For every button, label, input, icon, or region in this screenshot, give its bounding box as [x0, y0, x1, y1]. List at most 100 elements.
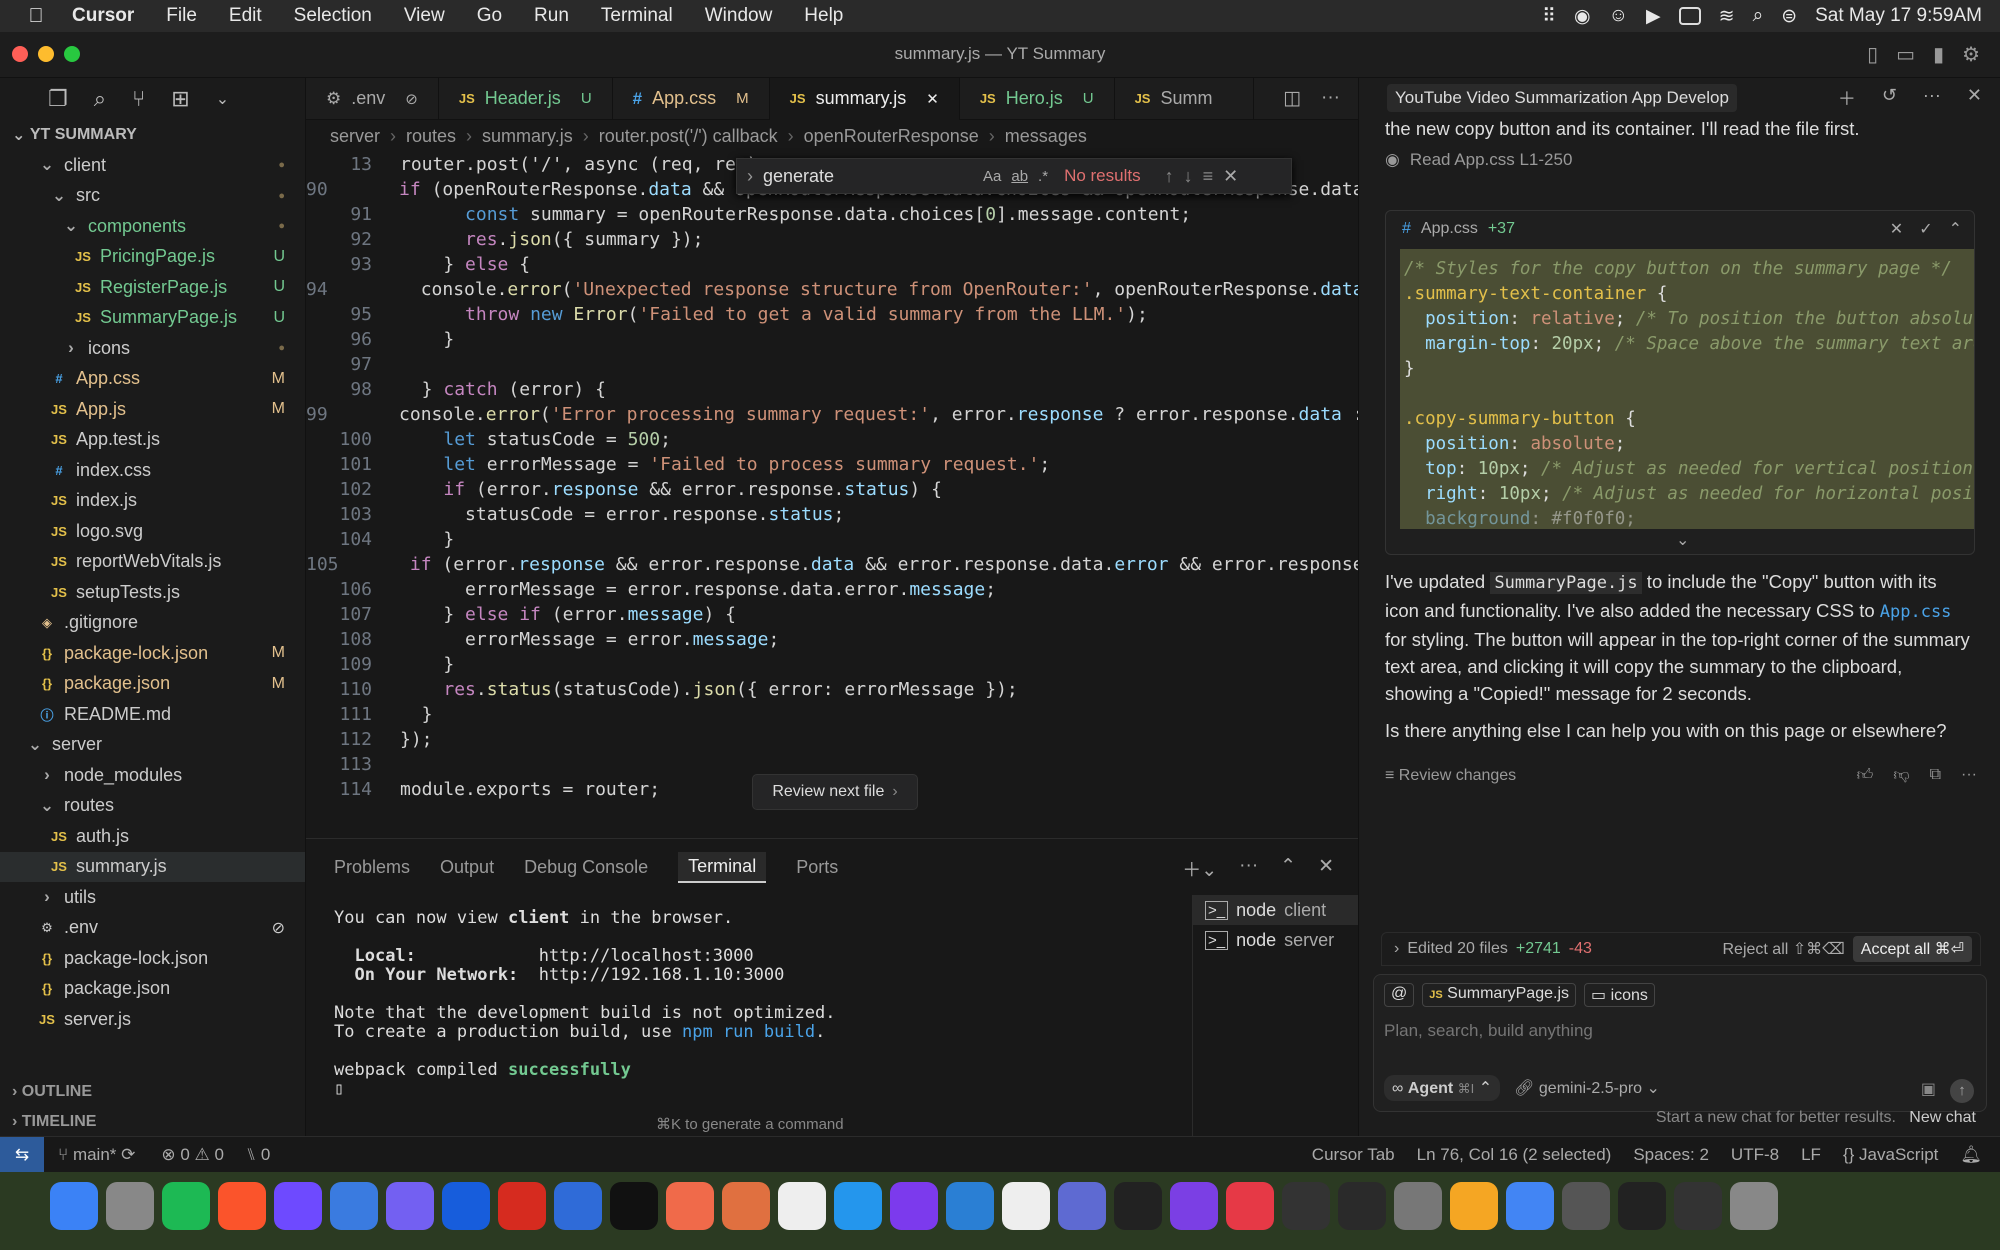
code-line[interactable]: 110 res.status(statusCode).json({ error:…: [306, 677, 1358, 702]
close-icon[interactable]: ✕: [1890, 219, 1903, 239]
tree-item[interactable]: # index.css: [0, 455, 305, 486]
history-icon[interactable]: ↺: [1882, 85, 1897, 111]
arrow-down-icon[interactable]: ↓: [1184, 166, 1193, 187]
context-chip-file[interactable]: JS SummaryPage.js: [1422, 983, 1576, 1007]
tree-item[interactable]: # App.css M: [0, 364, 305, 395]
code-line[interactable]: 107 } else if (error.message) {: [306, 602, 1358, 627]
terminal-instance[interactable]: >_ node client: [1193, 895, 1358, 925]
project-header[interactable]: ⌄ YT SUMMARY: [0, 120, 305, 150]
tree-item[interactable]: JS server.js: [0, 1004, 305, 1035]
code-line[interactable]: 100 let statusCode = 500;: [306, 427, 1358, 452]
close-icon[interactable]: ✕: [1318, 855, 1334, 882]
context-chip-folder[interactable]: ▭ icons: [1584, 983, 1655, 1007]
toggle-secondary-icon[interactable]: ▮: [1933, 42, 1944, 67]
indentation[interactable]: Spaces: 2: [1633, 1145, 1709, 1165]
accept-all-button[interactable]: Accept all ⌘⏎: [1852, 936, 1972, 962]
tree-item[interactable]: {} package-lock.json: [0, 943, 305, 974]
wifi-icon[interactable]: ≋: [1719, 5, 1735, 28]
tree-item[interactable]: ⌄ routes: [0, 791, 305, 822]
model-selector[interactable]: 🔗︎ gemini-2.5-pro ⌄: [1514, 1078, 1660, 1098]
tree-item[interactable]: JS App.test.js: [0, 425, 305, 456]
files-icon[interactable]: ❐: [48, 86, 68, 112]
panel-tab[interactable]: Problems: [334, 857, 410, 878]
mail-icon[interactable]: [330, 1182, 378, 1230]
viber-icon[interactable]: [386, 1182, 434, 1230]
trash-icon[interactable]: [1730, 1182, 1778, 1230]
tree-item[interactable]: JS logo.svg: [0, 516, 305, 547]
ports-indicator[interactable]: ⑊ 0: [246, 1145, 270, 1165]
brave-icon[interactable]: [218, 1182, 266, 1230]
send-icon[interactable]: ↑: [1950, 1079, 1974, 1103]
branch-indicator[interactable]: ⑂ main* ⟳: [58, 1145, 135, 1165]
tree-item[interactable]: › icons ●: [0, 333, 305, 364]
editor-tab[interactable]: JS Summ: [1115, 77, 1254, 120]
tree-item[interactable]: JS SummaryPage.js U: [0, 303, 305, 334]
editor-tab[interactable]: JS Hero.js U: [960, 77, 1115, 120]
app-icon[interactable]: [666, 1182, 714, 1230]
copy-icon[interactable]: ⧉: [1930, 766, 1941, 785]
menu-help[interactable]: Help: [804, 5, 843, 27]
tree-item[interactable]: ⌄ components ●: [0, 211, 305, 242]
vscode-icon[interactable]: [946, 1182, 994, 1230]
breadcrumb-item[interactable]: server: [330, 126, 380, 147]
claude-icon[interactable]: [722, 1182, 770, 1230]
more-icon[interactable]: ···: [1923, 85, 1941, 111]
breadcrumb-item[interactable]: routes: [406, 126, 456, 147]
file-link[interactable]: App.css: [1880, 602, 1952, 622]
docker-icon[interactable]: [834, 1182, 882, 1230]
panel-tab[interactable]: Ports: [796, 857, 838, 878]
terminal-icon[interactable]: [610, 1182, 658, 1230]
code-line[interactable]: 97: [306, 352, 1358, 377]
problems-indicator[interactable]: ⊗ 0 ⚠ 0: [161, 1145, 224, 1165]
split-editor-icon[interactable]: ◫: [1283, 87, 1301, 110]
code-view[interactable]: 13 router.post('/', async (req, res) 90 if…: [306, 152, 1407, 802]
close-icon[interactable]: ✕: [1223, 166, 1238, 187]
tree-item[interactable]: › utils: [0, 882, 305, 913]
code-line[interactable]: 93 } else {: [306, 252, 1358, 277]
finder-icon[interactable]: [50, 1182, 98, 1230]
timeline-section[interactable]: › TIMELINE: [12, 1113, 96, 1131]
whole-word-icon[interactable]: ab: [1011, 168, 1028, 185]
add-terminal-icon[interactable]: ＋⌄: [1182, 855, 1217, 882]
code-line[interactable]: 109 }: [306, 652, 1358, 677]
close-icon[interactable]: ✕: [1967, 85, 1982, 111]
cursor-position[interactable]: Ln 76, Col 16 (2 selected): [1417, 1145, 1612, 1165]
settings-gear-icon[interactable]: ⚙: [1962, 42, 1980, 67]
line-ending[interactable]: LF: [1801, 1145, 1821, 1165]
code-line[interactable]: 111 }: [306, 702, 1358, 727]
grid-icon[interactable]: ⠿: [1542, 5, 1556, 28]
file-reference[interactable]: SummaryPage.js: [1490, 572, 1642, 594]
tree-item[interactable]: {} package-lock.json M: [0, 638, 305, 669]
agent-mode-selector[interactable]: ∞ Agent ⌘I ⌃: [1384, 1075, 1501, 1101]
review-changes-button[interactable]: ≡ Review changes: [1385, 767, 1516, 785]
menu-selection[interactable]: Selection: [294, 5, 372, 27]
remote-icon[interactable]: ⇆: [0, 1136, 44, 1173]
menu-file[interactable]: File: [166, 5, 197, 27]
check-icon[interactable]: ✓: [1919, 219, 1932, 239]
chat-title[interactable]: YouTube Video Summarization App Develop: [1387, 84, 1737, 112]
menu-view[interactable]: View: [404, 5, 445, 27]
source-control-icon[interactable]: ⑂: [132, 86, 145, 112]
menu-terminal[interactable]: Terminal: [601, 5, 673, 27]
code-line[interactable]: 96 }: [306, 327, 1358, 352]
chrome-icon[interactable]: [1506, 1182, 1554, 1230]
tree-item[interactable]: ⓘ README.md: [0, 699, 305, 730]
encoding[interactable]: UTF-8: [1731, 1145, 1779, 1165]
maximize-panel-icon[interactable]: ⌃: [1280, 855, 1296, 882]
breadcrumb-item[interactable]: messages: [1005, 126, 1087, 147]
breadcrumb-item[interactable]: router.post('/') callback: [599, 126, 778, 147]
menu-go[interactable]: Go: [477, 5, 502, 27]
more-icon[interactable]: ···: [1961, 766, 1977, 785]
obsidian-icon[interactable]: [890, 1182, 938, 1230]
edited-files-bar[interactable]: › Edited 20 files +2741 -43 Reject all ⇧⌘…: [1381, 932, 1981, 966]
code-line[interactable]: 112});: [306, 727, 1358, 752]
tree-item[interactable]: JS setupTests.js: [0, 577, 305, 608]
code-line[interactable]: 106 errorMessage = error.response.data.e…: [306, 577, 1358, 602]
code-line[interactable]: 92 res.json({ summary });: [306, 227, 1358, 252]
breadcrumb-item[interactable]: openRouterResponse: [804, 126, 979, 147]
code-line[interactable]: 95 throw new Error('Failed to get a vali…: [306, 302, 1358, 327]
panel-tab[interactable]: Output: [440, 857, 494, 878]
terminal-output[interactable]: You can now view client in the browser. …: [334, 909, 836, 1099]
chat-input[interactable]: [1384, 1021, 1964, 1041]
breadcrumb-item[interactable]: summary.js: [482, 126, 573, 147]
